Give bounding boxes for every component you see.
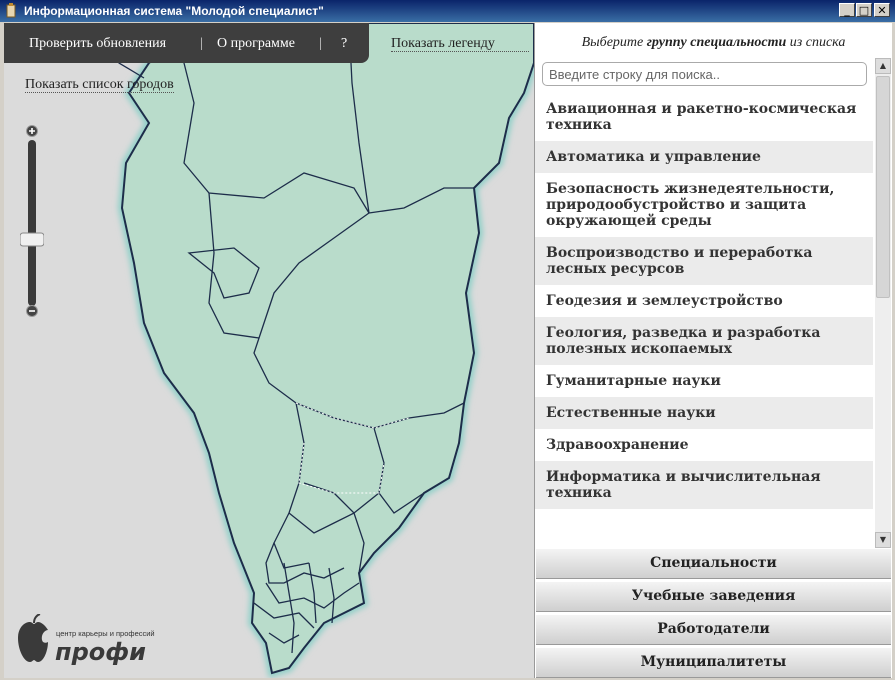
maximize-icon: □: [858, 4, 870, 17]
profi-logo: центр карьеры и профессий профи: [14, 613, 194, 666]
show-cities-link[interactable]: Показать список городов: [25, 77, 174, 93]
zoom-track[interactable]: [28, 140, 36, 306]
toolbar-separator: |: [319, 36, 322, 51]
logo-tagline: центр карьеры и профессий: [56, 629, 155, 638]
list-item[interactable]: Естественные науки: [535, 397, 873, 429]
list-item[interactable]: Здравоохранение: [535, 429, 873, 461]
window-title: Информационная система "Молодой специали…: [24, 4, 324, 18]
map-view[interactable]: [4, 23, 534, 678]
scrollbar-thumb[interactable]: [876, 76, 890, 298]
zoom-out-icon[interactable]: [26, 305, 38, 317]
section-employers[interactable]: Работодатели: [536, 614, 891, 645]
title-bar: Информационная система "Молодой специали…: [0, 0, 895, 22]
region-map[interactable]: [4, 23, 534, 678]
specialty-panel: Выберите группу специальности из списка …: [534, 23, 892, 678]
check-updates-link[interactable]: Проверить обновления: [29, 36, 166, 52]
list-item[interactable]: Воспроизводство и переработка лесных рес…: [535, 237, 873, 285]
logo-word: профи: [55, 638, 146, 666]
list-item[interactable]: Безопасность жизнедеятельности, природоо…: [535, 173, 873, 237]
list-item[interactable]: Информатика и вычислительная техника: [535, 461, 873, 509]
prompt-text-bold: группу специальности: [646, 35, 787, 50]
section-municipalities[interactable]: Муниципалитеты: [536, 647, 891, 678]
maximize-button[interactable]: □: [856, 3, 872, 17]
profi-logo-icon: центр карьеры и профессий профи: [18, 613, 155, 666]
list-item[interactable]: Автоматика и управление: [535, 141, 873, 173]
specialty-group-list: Авиационная и ракетно-космическая техник…: [535, 93, 873, 548]
scroll-up-icon[interactable]: ▲: [875, 58, 891, 74]
app-icon: [6, 3, 16, 18]
panel-prompt: Выберите группу специальности из списка: [535, 35, 892, 51]
minimize-icon: _: [844, 4, 850, 17]
show-legend-link[interactable]: Показать легенду: [391, 36, 529, 52]
minimize-button[interactable]: _: [839, 3, 855, 17]
help-link[interactable]: ?: [341, 36, 347, 52]
close-button[interactable]: ✕: [874, 3, 890, 17]
list-item[interactable]: Гуманитарные науки: [535, 365, 873, 397]
toolbar-separator: |: [200, 36, 203, 51]
section-specialties[interactable]: Специальности: [536, 548, 891, 579]
list-item[interactable]: Геодезия и землеустройство: [535, 285, 873, 317]
prompt-text-pre: Выберите: [581, 35, 644, 50]
zoom-in-icon[interactable]: [26, 125, 38, 137]
list-scrollbar[interactable]: ▲ ▼: [875, 58, 891, 548]
section-institutions[interactable]: Учебные заведения: [536, 581, 891, 612]
about-link[interactable]: О программе: [217, 36, 295, 52]
zoom-control: [19, 125, 45, 320]
zoom-slider-handle[interactable]: [19, 232, 45, 247]
close-icon: ✕: [877, 4, 887, 17]
list-item[interactable]: Геология, разведка и разработка полезных…: [535, 317, 873, 365]
scroll-down-icon[interactable]: ▼: [875, 532, 891, 548]
list-item[interactable]: Авиационная и ракетно-космическая техник…: [535, 93, 873, 141]
search-input[interactable]: [542, 62, 867, 86]
top-toolbar: Проверить обновления | О программе | ?: [4, 23, 369, 63]
prompt-text-post: из списка: [789, 35, 846, 50]
